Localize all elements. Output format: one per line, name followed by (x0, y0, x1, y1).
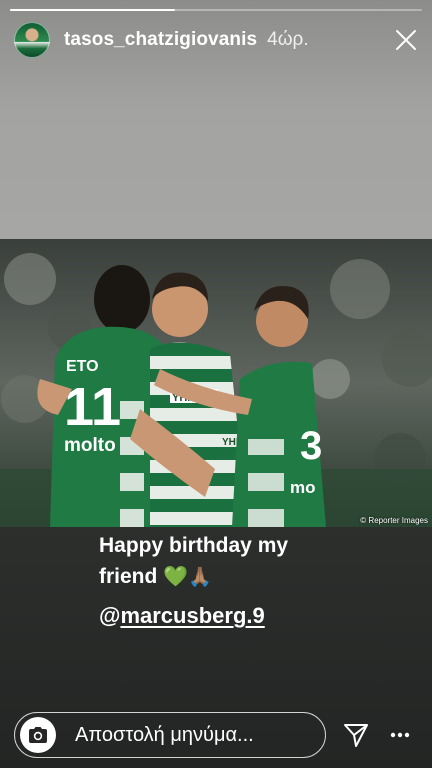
green-heart-emoji: 💚 (163, 566, 189, 588)
story-reply-bar: Αποστολή μηνύμα... (14, 710, 420, 760)
send-button[interactable] (343, 722, 369, 748)
jersey-sponsor-text: mo (290, 478, 316, 497)
close-icon (396, 30, 416, 50)
story-header: tasos_chatzigiovanis 4ώρ. (14, 20, 422, 60)
more-options-button[interactable] (387, 722, 413, 748)
timestamp: 4ώρ. (267, 29, 309, 50)
camera-button[interactable] (20, 717, 56, 753)
jersey-sponsor-text: molto (64, 435, 116, 456)
story-caption: Happy birthday my friend 💚🙏🏽 @marcusberg… (99, 530, 288, 632)
reply-input[interactable]: Αποστολή μηνύμα... (14, 712, 326, 758)
camera-icon (29, 727, 47, 743)
avatar[interactable] (14, 22, 50, 58)
caption-line-1: Happy birthday my (99, 534, 289, 557)
mention-handle: marcusberg.9 (120, 603, 265, 628)
username[interactable]: tasos_chatzigiovanis (64, 29, 257, 51)
mention-at-sign: @ (99, 603, 121, 628)
jersey-number-text: 3 (300, 424, 322, 468)
jersey-name-text: ETO (66, 358, 99, 375)
jersey-number-text: 11 (64, 377, 121, 437)
story-progress-bar (10, 9, 422, 11)
more-icon (390, 732, 410, 738)
close-button[interactable] (394, 28, 418, 52)
send-icon (344, 724, 368, 747)
story-photo: ETO 11 molto ΥΗΜΑ ΥΗΜΑ 3 mo © Reporter I… (0, 239, 432, 527)
caption-line-2: friend 💚🙏🏽 (99, 561, 288, 593)
reply-placeholder: Αποστολή μηνύμα... (75, 723, 254, 746)
football-players-photo: ETO 11 molto ΥΗΜΑ ΥΗΜΑ 3 mo (0, 239, 432, 527)
user-mention[interactable]: @marcusberg.9 (99, 600, 265, 631)
caption-text: friend (99, 565, 158, 588)
photo-credit: © Reporter Images (360, 516, 428, 525)
story-progress-fill (10, 9, 175, 11)
story-viewer: tasos_chatzigiovanis 4ώρ. ETO 11 molto 3… (0, 0, 432, 768)
praying-hands-emoji: 🙏🏽 (188, 567, 212, 588)
